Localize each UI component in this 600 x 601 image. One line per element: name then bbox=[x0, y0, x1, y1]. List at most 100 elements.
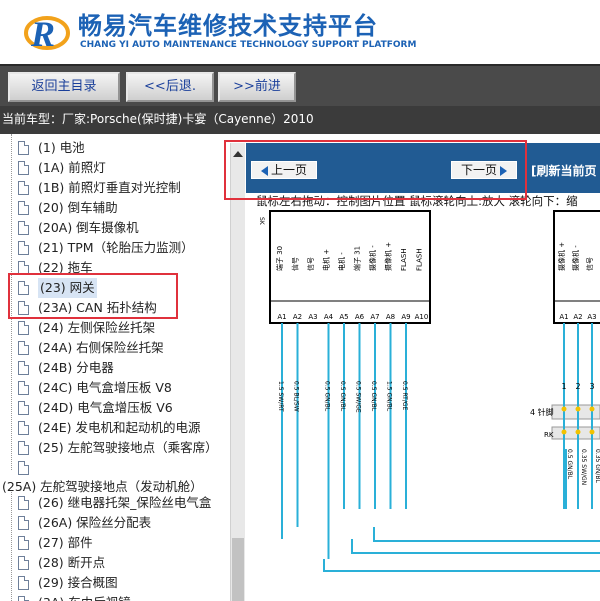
junction-dot bbox=[561, 429, 567, 435]
prev-page-button[interactable]: 上一页 bbox=[251, 161, 317, 179]
tree-item-label: (28) 断开点 bbox=[38, 555, 106, 570]
junction-dot bbox=[575, 406, 581, 412]
junction-dot bbox=[589, 406, 595, 412]
tree-scrollbar[interactable] bbox=[230, 143, 245, 601]
tree-item-label: (26) 继电器托架_保险丝电气盒 bbox=[38, 495, 212, 510]
header: R 畅易汽车维修技术支持平台 CHANG YI AUTO MAINTENANCE… bbox=[0, 0, 600, 64]
tree-item-label: (29) 接合概图 bbox=[38, 575, 118, 590]
diagram-viewer[interactable]: 上一页 下一页 [刷新当前页 鼠标左右拖动：控制图片位置 鼠标滚轮向上:放大 滚… bbox=[246, 143, 600, 601]
document-icon bbox=[18, 321, 29, 335]
pin-label: 端子 30 bbox=[275, 246, 284, 271]
logo-icon: R bbox=[24, 14, 70, 54]
pin-number: A7 bbox=[370, 313, 379, 321]
pin-number: A1 bbox=[277, 313, 286, 321]
zoom-hint: 鼠标左右拖动：控制图片位置 鼠标滚轮向上:放大 滚轮向下：缩 bbox=[246, 193, 600, 209]
junction-dot bbox=[575, 429, 581, 435]
wire-label: 0.35 GN/BL bbox=[594, 449, 600, 484]
pin-number: A10 bbox=[415, 313, 429, 321]
back-button[interactable]: <<后退. bbox=[126, 72, 214, 102]
pin-label: 端子 31 bbox=[353, 246, 362, 271]
tree-item-label: (27) 部件 bbox=[38, 535, 93, 550]
document-icon bbox=[18, 161, 29, 175]
document-icon bbox=[18, 261, 29, 275]
arrow-left-icon bbox=[260, 165, 268, 176]
tree-item-label: (21) TPM（轮胎压力监测） bbox=[38, 240, 194, 255]
tree-item-label: (26A) 保险丝分配表 bbox=[38, 515, 152, 530]
pin-label: 摄像机 + bbox=[384, 242, 393, 271]
wire-label: 0.5 RT/GE bbox=[401, 381, 408, 411]
document-icon bbox=[18, 461, 29, 475]
tree-item-label: (25A) 左舵驾驶接地点（发动机舱） bbox=[2, 479, 203, 494]
next-page-button[interactable]: 下一页 bbox=[451, 161, 517, 179]
tree-item-label: (24) 左侧保险丝托架 bbox=[38, 320, 156, 335]
wire-label: 0.35 SW/GN bbox=[580, 449, 587, 485]
forward-button[interactable]: >>前进 bbox=[218, 72, 296, 102]
tree-item-label: (23) 网关 bbox=[38, 278, 97, 298]
wire-label: 0.5 GN/BL bbox=[324, 381, 331, 412]
wire-label: 0.5 GN/BL bbox=[566, 449, 573, 480]
next-page-label: 下一页 bbox=[460, 163, 497, 177]
tree-item-label: (3A) 车由后视镜 bbox=[38, 593, 131, 601]
document-icon bbox=[18, 556, 29, 570]
document-icon bbox=[18, 301, 29, 315]
nav-bar: 返回主目录 <<后退. >>前进 bbox=[0, 64, 600, 106]
current-vehicle-bar: 当前车型：厂家:Porsche(保时捷)卡宴（Cayenne）2010 bbox=[0, 106, 600, 134]
scroll-thumb[interactable] bbox=[232, 538, 244, 601]
pin-label: 电机 - bbox=[337, 252, 346, 271]
arrow-right-icon bbox=[500, 165, 507, 176]
tree-item-label: (20) 倒车辅助 bbox=[38, 200, 118, 215]
junction-dot bbox=[589, 429, 595, 435]
document-icon bbox=[18, 141, 29, 155]
pin-number: A1 bbox=[559, 313, 568, 321]
wiring-diagram[interactable]: SK 端子 30 信号 信号 电机 + 电机 - 端子 31 摄像机 - 摄像机 + FLASH… bbox=[246, 209, 600, 601]
wire-label: 0.5 BL/SW bbox=[293, 381, 300, 412]
tree-connector bbox=[11, 490, 12, 601]
pin-label: 信号 bbox=[306, 257, 315, 271]
callout-number: 1 bbox=[561, 382, 566, 391]
callout-number: 3 bbox=[589, 382, 594, 391]
home-button[interactable]: 返回主目录 bbox=[8, 72, 120, 102]
tree-item-label: (23A) CAN 拓扑结构 bbox=[38, 300, 157, 315]
wire-label: 0.5 GN/BL bbox=[339, 381, 346, 412]
wire-label: 1.5 GN/BL bbox=[386, 381, 393, 412]
tree-item-label: (24B) 分电器 bbox=[38, 360, 114, 375]
tree-item-label: (1B) 前照灯垂直对光控制 bbox=[38, 180, 181, 195]
pin-label: FLASH bbox=[416, 248, 424, 271]
tree-item-label: (1) 电池 bbox=[38, 140, 85, 155]
document-icon bbox=[18, 421, 29, 435]
document-icon bbox=[18, 441, 29, 455]
document-icon bbox=[18, 536, 29, 550]
pin-number: A8 bbox=[386, 313, 395, 321]
tree-connector bbox=[11, 134, 12, 470]
wire-label: 0.5 GN/BL bbox=[370, 381, 377, 412]
pin-number: A5 bbox=[339, 313, 348, 321]
pin-label: FLASH bbox=[400, 248, 408, 271]
connector-label: 4 针脚 bbox=[530, 407, 554, 417]
tree-item-label: (1A) 前照灯 bbox=[38, 160, 106, 175]
refresh-page-link[interactable]: [刷新当前页 bbox=[531, 162, 597, 179]
document-icon bbox=[18, 281, 29, 295]
document-icon bbox=[18, 576, 29, 590]
pin-number: A4 bbox=[324, 313, 334, 321]
pin-number: A9 bbox=[401, 313, 410, 321]
document-icon bbox=[18, 361, 29, 375]
callout-number: 2 bbox=[575, 382, 580, 391]
pin-number: A3 bbox=[308, 313, 317, 321]
pin-label: 信号 bbox=[585, 257, 594, 271]
pin-number: A6 bbox=[355, 313, 365, 321]
document-icon bbox=[18, 201, 29, 215]
pin-label: 摄像机 - bbox=[368, 245, 377, 271]
tree-item-label: (24D) 电气盒增压板 V6 bbox=[38, 400, 173, 415]
pin-number: A2 bbox=[293, 313, 302, 321]
document-icon bbox=[18, 341, 29, 355]
document-icon bbox=[18, 381, 29, 395]
pin-label: 摄像机 - bbox=[571, 245, 580, 271]
document-icon bbox=[18, 401, 29, 415]
tree-item-label: (24A) 右侧保险丝托架 bbox=[38, 340, 164, 355]
scroll-up-arrow-icon[interactable] bbox=[233, 151, 243, 157]
tree-item-label: (20A) 倒车摄像机 bbox=[38, 220, 139, 235]
rk-label: RK bbox=[544, 431, 554, 439]
document-icon bbox=[18, 516, 29, 530]
pin-label: 信号 bbox=[291, 257, 300, 271]
chapter-tree: (1) 电池 (1A) 前照灯 (1B) 前照灯垂直对光控制 (20) 倒车辅助… bbox=[0, 134, 230, 601]
